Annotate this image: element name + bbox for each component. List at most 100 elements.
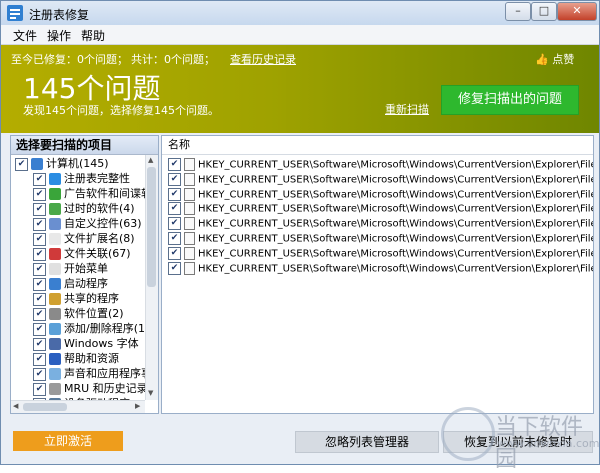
registry-key-icon bbox=[184, 246, 195, 260]
like-button[interactable]: 👍 点赞 bbox=[535, 51, 574, 67]
thumbs-up-icon: 👍 bbox=[535, 53, 549, 66]
menu-action[interactable]: 操作 bbox=[47, 27, 71, 44]
tree-vertical-scrollbar[interactable]: ▲ ▼ bbox=[145, 155, 158, 400]
tree-root[interactable]: ✔ 计算机(145) bbox=[15, 157, 109, 172]
registry-key-icon bbox=[184, 172, 195, 186]
title-bar: 注册表修复 – □ ✕ bbox=[1, 1, 599, 25]
scan-summary-banner: 至今已修复：0个问题； 共计：0个问题； 查看历史记录 👍 点赞 145个问题 发… bbox=[1, 45, 599, 133]
issue-row-checkbox[interactable]: ✔ bbox=[168, 246, 181, 260]
issue-row[interactable]: ✔ HKEY_CURRENT_USER\Software\Microsoft\Wi… bbox=[168, 202, 594, 217]
issue-row[interactable]: ✔ HKEY_CURRENT_USER\Software\Microsoft\Wi… bbox=[168, 217, 593, 232]
tree-item-checkbox[interactable]: ✔ bbox=[33, 337, 46, 351]
tree-item[interactable]: ✔ 启动程序 bbox=[33, 277, 108, 292]
registry-key-icon bbox=[184, 202, 195, 216]
issue-row[interactable]: ✔ HKEY_CURRENT_USER\Software\Microsoft\Wi… bbox=[168, 172, 594, 188]
sound-icon bbox=[49, 368, 61, 380]
fixed-count: 至今已修复：0个问题； bbox=[11, 53, 128, 66]
tree-item[interactable]: ✔ 开始菜单 bbox=[33, 262, 108, 277]
tree-item-label: Windows 字体 bbox=[64, 337, 139, 350]
tree-item[interactable]: ✔ 文件关联(67) bbox=[33, 247, 131, 262]
tree-horizontal-scrollbar[interactable]: ◀ ▶ bbox=[11, 400, 145, 413]
issue-row-checkbox[interactable]: ✔ bbox=[168, 232, 181, 245]
activate-button[interactable]: 立即激活 bbox=[13, 431, 123, 451]
tree-item[interactable]: ✔ 共享的程序 bbox=[33, 292, 119, 307]
tree-item[interactable]: ✔ 注册表完整性 bbox=[33, 172, 130, 187]
issue-row-checkbox[interactable]: ✔ bbox=[168, 172, 181, 186]
fix-issues-button[interactable]: 修复扫描出的问题 bbox=[441, 85, 579, 115]
view-history-link[interactable]: 查看历史记录 bbox=[230, 51, 296, 67]
tree-item-checkbox[interactable]: ✔ bbox=[33, 262, 46, 276]
scroll-left-icon[interactable]: ◀ bbox=[13, 402, 18, 410]
tree-item[interactable]: ✔ MRU 和历史记录列 bbox=[33, 382, 145, 397]
tree-item-label: 过时的软件(4) bbox=[64, 202, 135, 215]
scroll-up-icon[interactable]: ▲ bbox=[148, 156, 153, 164]
tree-item-checkbox[interactable]: ✔ bbox=[33, 172, 46, 186]
tree-item[interactable]: ✔ 帮助和资源 bbox=[33, 352, 119, 367]
close-icon: ✕ bbox=[572, 4, 582, 17]
tree-item[interactable]: ✔ 声音和应用程序事 bbox=[33, 367, 145, 382]
issue-row-path: HKEY_CURRENT_USER\Software\Microsoft\Win… bbox=[198, 174, 594, 186]
tree-item-label: 注册表完整性 bbox=[64, 172, 130, 185]
tree-item[interactable]: ✔ 自定义控件(63) bbox=[33, 217, 142, 232]
issue-row-path: HKEY_CURRENT_USER\Software\Microsoft\Win… bbox=[198, 263, 594, 275]
tree-item-checkbox[interactable]: ✔ bbox=[33, 382, 46, 396]
tree-root-label: 计算机(145) bbox=[46, 157, 109, 170]
total-count: 共计：0个问题； bbox=[131, 53, 215, 66]
tree-item[interactable]: ✔ 文件扩展名(8) bbox=[33, 232, 135, 247]
menu-file[interactable]: 文件 bbox=[13, 27, 37, 44]
tree-item[interactable]: ✔ 软件位置(2) bbox=[33, 307, 124, 322]
issue-list-panel: 名称 ✔ HKEY_CURRENT_USER\Software\Microsoft… bbox=[161, 135, 594, 414]
tree-item[interactable]: ✔ 过时的软件(4) bbox=[33, 202, 135, 217]
tree-item-checkbox[interactable]: ✔ bbox=[33, 292, 46, 306]
tree-item-checkbox[interactable]: ✔ bbox=[33, 187, 46, 201]
ignore-list-button[interactable]: 忽略列表管理器 bbox=[295, 431, 439, 453]
tree-item[interactable]: ✔ 广告软件和间谍软 bbox=[33, 187, 145, 202]
tree-item-checkbox[interactable]: ✔ bbox=[33, 277, 46, 291]
issue-row-checkbox[interactable]: ✔ bbox=[168, 158, 181, 171]
issue-row[interactable]: ✔ HKEY_CURRENT_USER\Software\Microsoft\Wi… bbox=[168, 232, 593, 247]
horizontal-scroll-thumb[interactable] bbox=[23, 403, 67, 411]
issue-row-checkbox[interactable]: ✔ bbox=[168, 261, 181, 275]
issue-row-checkbox[interactable]: ✔ bbox=[168, 202, 181, 216]
tree-item-checkbox[interactable]: ✔ bbox=[33, 322, 46, 336]
scroll-down-icon[interactable]: ▼ bbox=[148, 389, 153, 397]
location-icon bbox=[49, 308, 61, 320]
shield-icon bbox=[49, 188, 61, 200]
maximize-button[interactable]: □ bbox=[531, 2, 557, 21]
tree-item-checkbox[interactable]: ✔ bbox=[33, 202, 46, 216]
close-button[interactable]: ✕ bbox=[557, 2, 597, 21]
issue-row[interactable]: ✔ HKEY_CURRENT_USER\Software\Microsoft\Wi… bbox=[168, 261, 594, 277]
tree-item-checkbox[interactable]: ✔ bbox=[33, 367, 46, 381]
tree-item-checkbox[interactable]: ✔ bbox=[33, 352, 46, 366]
issue-row-checkbox[interactable]: ✔ bbox=[168, 217, 181, 231]
watermark-logo-icon bbox=[441, 407, 495, 461]
control-icon bbox=[49, 218, 61, 230]
tree-item-checkbox[interactable]: ✔ bbox=[33, 217, 46, 231]
tree-item[interactable]: ✔ 添加/删除程序(1) bbox=[33, 322, 145, 337]
issue-row[interactable]: ✔ HKEY_CURRENT_USER\Software\Microsoft\Wi… bbox=[168, 158, 594, 173]
tree-item-label: 添加/删除程序(1) bbox=[64, 322, 145, 335]
issue-row-path: HKEY_CURRENT_USER\Software\Microsoft\Win… bbox=[198, 189, 594, 201]
tree-item-checkbox[interactable]: ✔ bbox=[33, 247, 46, 261]
software-icon bbox=[49, 203, 61, 215]
repair-stats: 至今已修复：0个问题； 共计：0个问题； bbox=[11, 51, 218, 67]
tree-item-checkbox[interactable]: ✔ bbox=[33, 232, 46, 246]
column-header-name[interactable]: 名称 bbox=[162, 136, 593, 155]
vertical-scroll-thumb[interactable] bbox=[147, 167, 156, 287]
rescan-link[interactable]: 重新扫描 bbox=[385, 101, 429, 117]
issue-row[interactable]: ✔ HKEY_CURRENT_USER\Software\Microsoft\Wi… bbox=[168, 246, 593, 262]
issue-subtitle: 发现145个问题，选择修复145个问题。 bbox=[23, 104, 219, 117]
issue-row-path: HKEY_CURRENT_USER\Software\Microsoft\Win… bbox=[198, 159, 594, 171]
menu-help[interactable]: 帮助 bbox=[81, 27, 105, 44]
issue-row-checkbox[interactable]: ✔ bbox=[168, 187, 181, 201]
root-checkbox[interactable]: ✔ bbox=[15, 157, 28, 171]
tree-item-checkbox[interactable]: ✔ bbox=[33, 307, 46, 321]
scroll-right-icon[interactable]: ▶ bbox=[135, 402, 140, 410]
tree-item[interactable]: ✔ Windows 字体 bbox=[33, 337, 139, 352]
issue-row[interactable]: ✔ HKEY_CURRENT_USER\Software\Microsoft\Wi… bbox=[168, 187, 594, 203]
issue-row-path: HKEY_CURRENT_USER\Software\Microsoft\Win… bbox=[198, 203, 594, 215]
minimize-button[interactable]: – bbox=[505, 2, 531, 21]
tree-item-label: 帮助和资源 bbox=[64, 352, 119, 365]
start-menu-icon bbox=[49, 263, 61, 275]
tree-item-label: 启动程序 bbox=[64, 277, 108, 290]
